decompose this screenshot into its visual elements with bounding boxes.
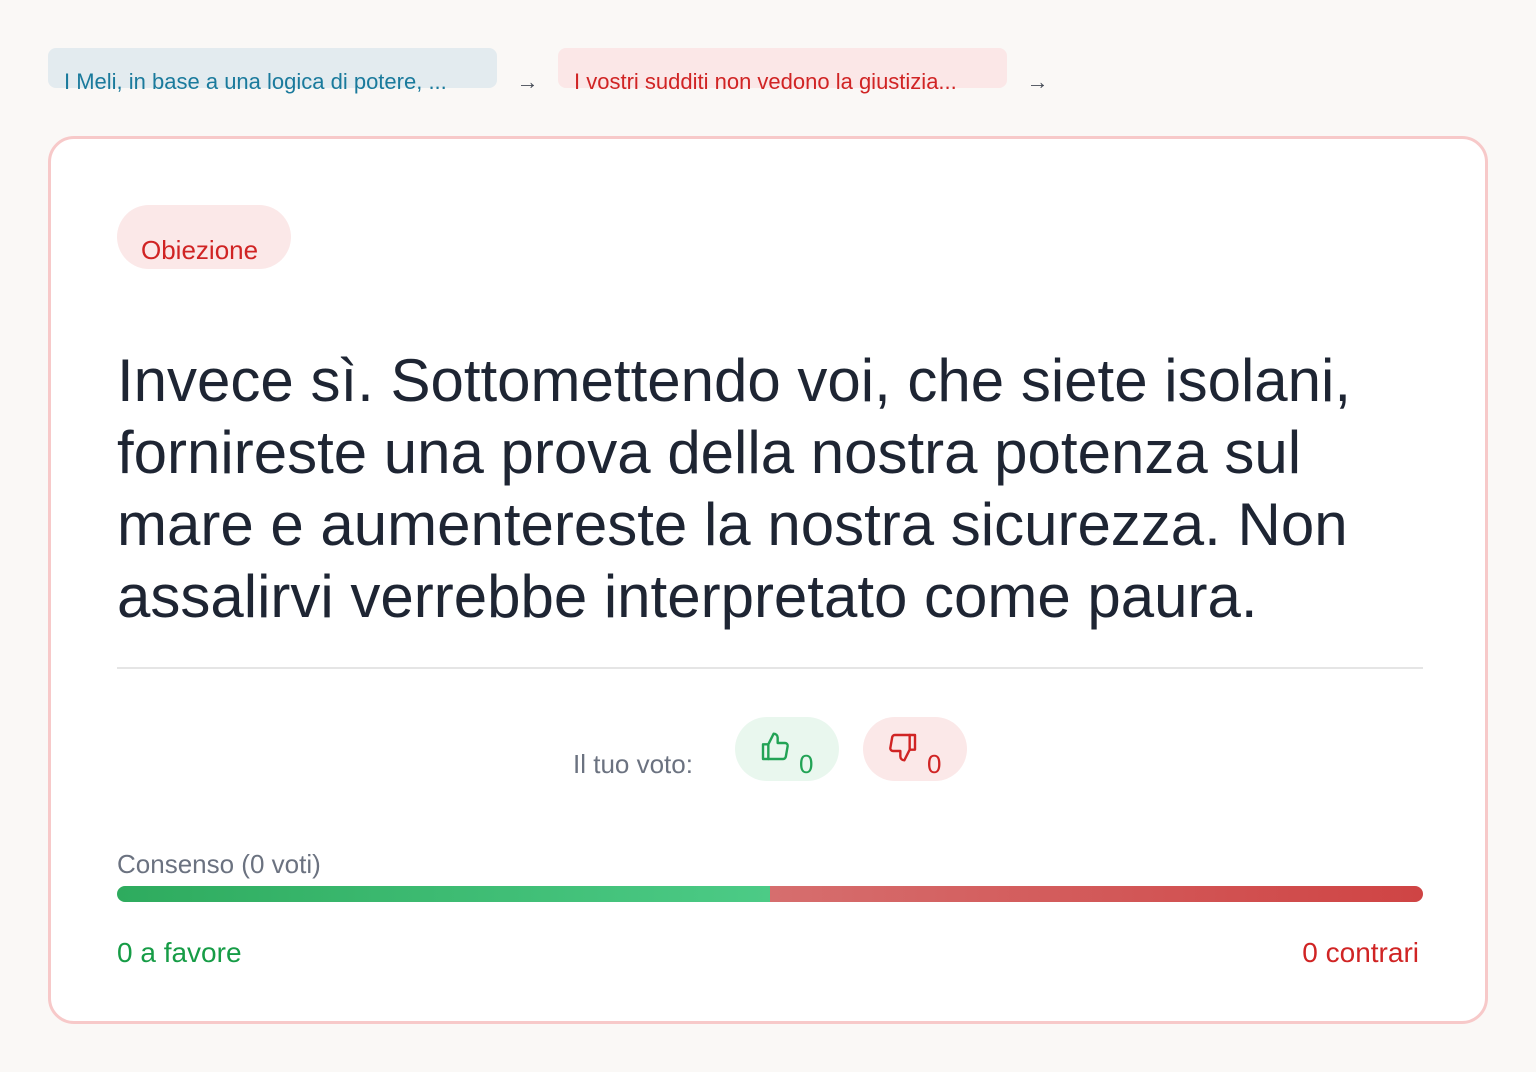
downvote-count: 0 [927, 749, 942, 779]
argument-card: Obiezione Invece sì. Sottomettendo voi, … [48, 136, 1488, 1024]
breadcrumb-arrow-icon: → [516, 69, 539, 94]
breadcrumb-item-parent[interactable]: I Meli, in base a una logica di potere, … [48, 48, 497, 94]
vote-row: Il tuo voto: 0 0 [51, 717, 1485, 781]
breadcrumb-item-current[interactable]: I vostri sudditi non vedono la giustizia… [558, 48, 1007, 94]
downvote-button[interactable]: 0 [863, 717, 967, 781]
breadcrumb-arrow-icon: → [1026, 69, 1049, 94]
consensus-label: Consenso (0 voti) [117, 849, 321, 879]
divider [117, 667, 1423, 669]
consensus-bar-pro [117, 886, 770, 902]
objection-badge: Obiezione [117, 205, 291, 269]
breadcrumb: I Meli, in base a una logica di potere, … [48, 48, 1068, 94]
thumbs-down-icon [889, 733, 917, 762]
thumbs-up-icon [761, 732, 789, 761]
argument-text: Invece sì. Sottomettendo voi, che siete … [117, 347, 1352, 630]
vote-label: Il tuo voto: [573, 749, 693, 779]
consensus-bar-con [770, 886, 1423, 902]
upvote-button[interactable]: 0 [735, 717, 839, 781]
pro-count: 0 a favore [117, 937, 242, 968]
consensus-bar [117, 886, 1423, 902]
upvote-count: 0 [799, 749, 814, 779]
con-count: 0 contrari [1302, 937, 1419, 968]
